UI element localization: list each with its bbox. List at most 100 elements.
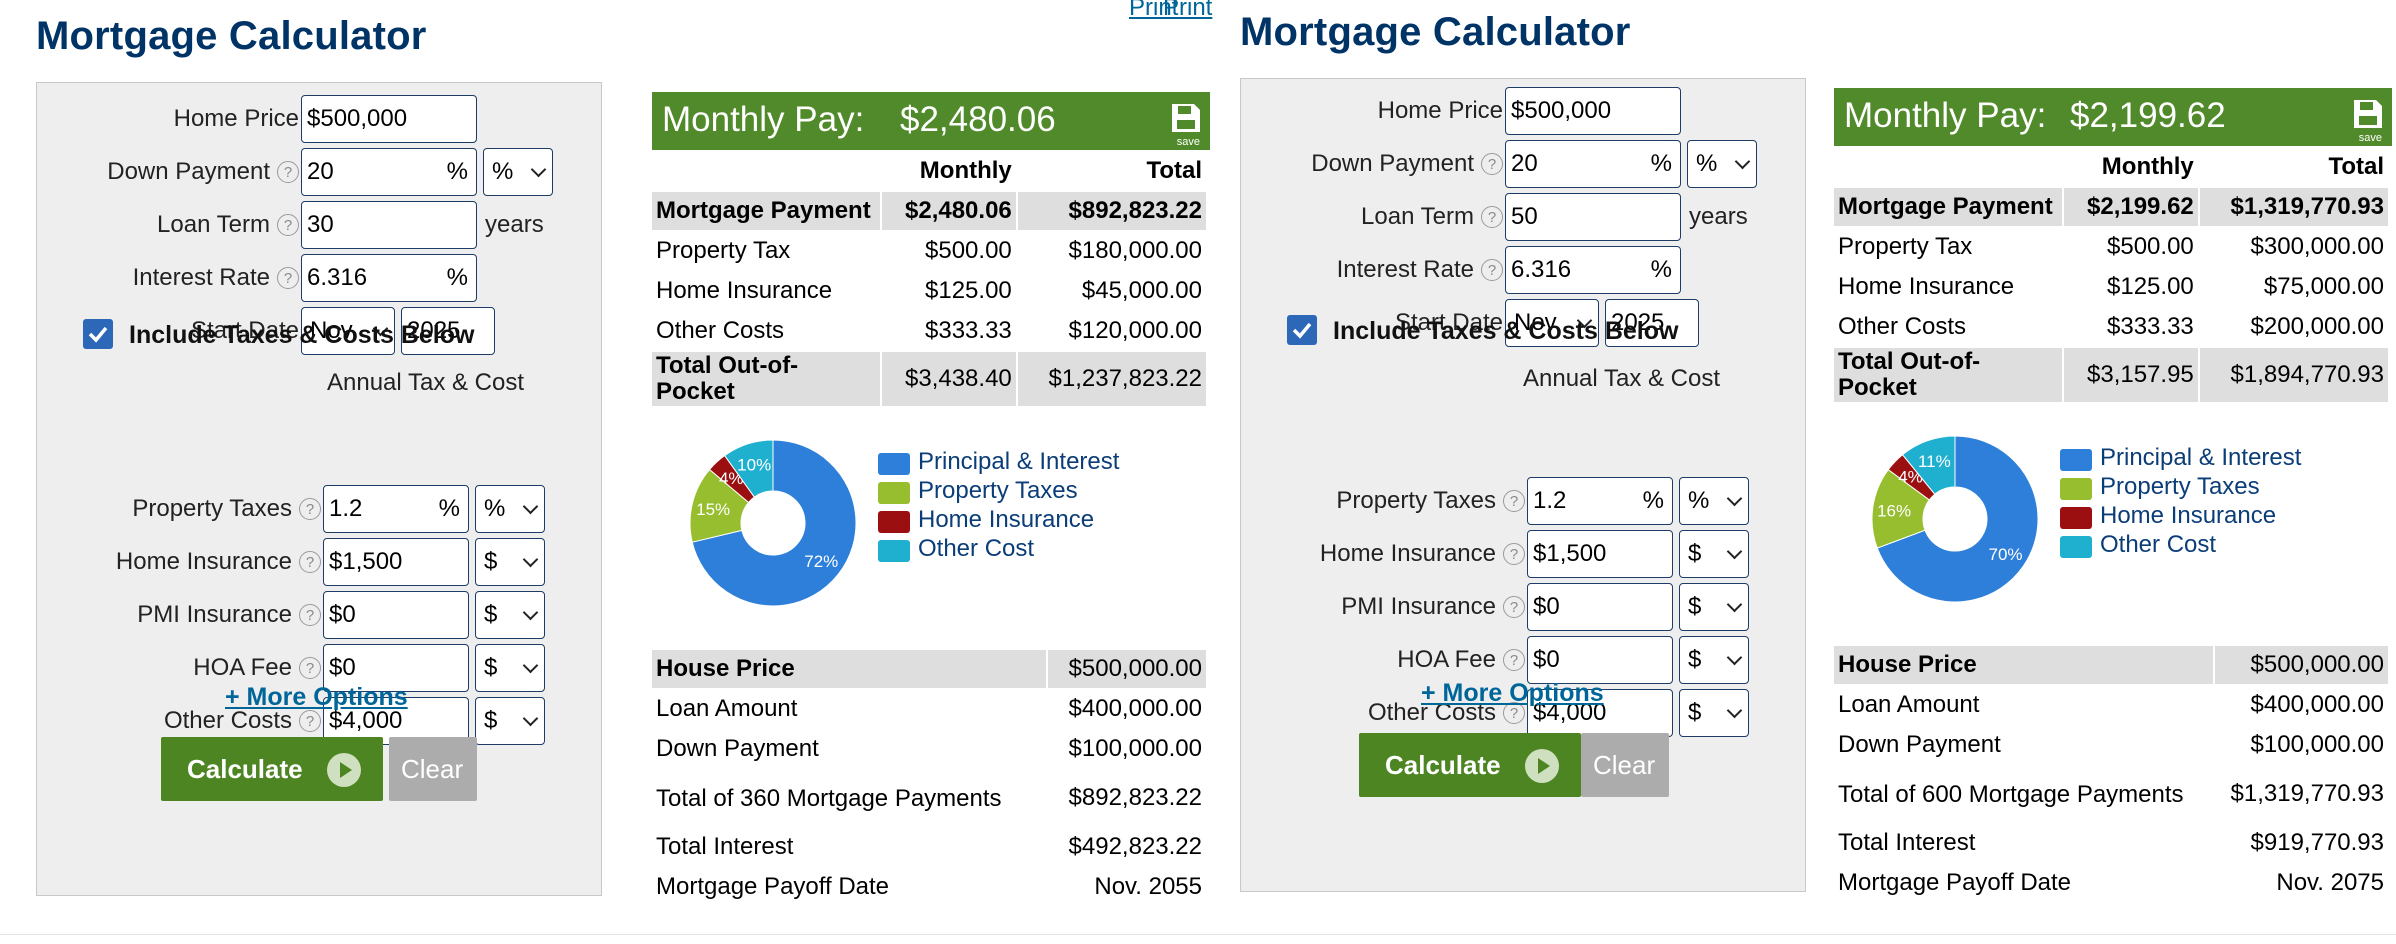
home-insurance-unit-select[interactable]: $ — [475, 538, 545, 586]
hoa-fee-input[interactable]: $0 — [1527, 636, 1673, 684]
property-taxes-unit-select[interactable]: % — [475, 485, 545, 533]
legend-label: Principal & Interest — [2100, 444, 2302, 471]
summary-label: Total Interest — [656, 833, 794, 860]
calculator-panel-1: Print Mortgage Calculator Home Price $500,0… — [0, 0, 1212, 944]
row-label: Property Tax — [656, 237, 791, 264]
legend-item: Property Taxes — [2060, 473, 2301, 502]
help-icon[interactable]: ? — [277, 267, 299, 289]
summary-row: House Price $500,000.00 — [1834, 646, 2388, 684]
row-monthly-value: $333.33 — [925, 317, 1012, 344]
home-insurance-unit-selected: $ — [1688, 540, 1702, 567]
calculate-button[interactable]: Calculate — [1359, 733, 1581, 797]
help-icon[interactable]: ? — [277, 214, 299, 236]
summary-value: Nov. 2075 — [2276, 869, 2384, 896]
hoa-fee-unit-select[interactable]: $ — [1679, 636, 1749, 684]
pmi-insurance-input[interactable]: $0 — [323, 591, 469, 639]
hoa-fee-value: $0 — [329, 654, 356, 681]
loan-summary-table: House Price $500,000.00 Loan Amount $400,00… — [650, 648, 1208, 908]
chevron-down-icon — [522, 551, 539, 568]
legend-label: Other Cost — [918, 535, 1035, 562]
loan-term-input[interactable]: 30 — [301, 201, 477, 249]
home-insurance-input[interactable]: $1,500 — [323, 538, 469, 586]
interest-rate-label: Interest Rate? — [1337, 256, 1503, 284]
interest-rate-label: Interest Rate? — [133, 264, 299, 292]
hoa-fee-value: $0 — [1533, 646, 1560, 673]
checkmark-icon — [1292, 322, 1312, 339]
property-taxes-value: 1.2 — [1533, 487, 1567, 514]
down-payment-input[interactable]: 20% — [301, 148, 477, 196]
summary-row: Loan Amount $400,000.00 — [1834, 686, 2388, 724]
print-link[interactable]: Print — [1129, 0, 1178, 22]
summary-label: House Price — [652, 650, 1047, 688]
clear-button[interactable]: Clear — [1581, 733, 1669, 797]
down-payment-value: 20 — [1511, 150, 1538, 177]
calculate-button[interactable]: Calculate — [161, 737, 383, 801]
help-icon[interactable]: ? — [299, 657, 321, 679]
save-icon[interactable]: save — [2350, 98, 2386, 144]
loan-term-unit: years — [485, 211, 544, 238]
clear-button[interactable]: Clear — [389, 737, 477, 801]
summary-label: Loan Amount — [656, 695, 798, 722]
other-costs-unit-select[interactable]: $ — [475, 697, 545, 745]
down-payment-input[interactable]: 20% — [1505, 140, 1681, 188]
help-icon[interactable]: ? — [299, 604, 321, 626]
more-options-link[interactable]: + More Options — [1421, 679, 1604, 708]
pmi-insurance-label-text: PMI Insurance — [1341, 593, 1496, 620]
home-price-input[interactable]: $500,000 — [1505, 87, 1681, 135]
donut-slice-label-1: 15% — [696, 500, 730, 519]
loan-term-input[interactable]: 50 — [1505, 193, 1681, 241]
home-price-value: $500,000 — [1511, 97, 1612, 124]
page-title: Mortgage Calculator — [1240, 10, 1631, 54]
property-taxes-input[interactable]: 1.2% — [323, 485, 469, 533]
header-blank — [652, 152, 880, 190]
help-icon[interactable]: ? — [1503, 543, 1525, 565]
summary-value: $100,000.00 — [1068, 735, 1202, 762]
cost-breakdown-donut-chart: 70%16%4%11% — [1871, 435, 2039, 603]
help-icon[interactable]: ? — [299, 710, 321, 732]
help-icon[interactable]: ? — [1503, 490, 1525, 512]
row-label: Home Insurance — [1838, 273, 2015, 300]
property-taxes-label: Property Taxes? — [132, 495, 321, 523]
help-icon[interactable]: ? — [299, 498, 321, 520]
legend-item: Other Cost — [878, 535, 1119, 564]
pmi-insurance-unit-select[interactable]: $ — [475, 591, 545, 639]
home-price-input[interactable]: $500,000 — [301, 95, 477, 143]
more-options-link[interactable]: + More Options — [225, 683, 408, 712]
help-icon[interactable]: ? — [1503, 649, 1525, 671]
table-row: Home Insurance $125.00 $75,000.00 — [1834, 268, 2388, 306]
summary-row: Down Payment $100,000.00 — [1834, 726, 2388, 764]
page-title: Mortgage Calculator — [36, 14, 427, 58]
down-payment-unit-select[interactable]: % — [1687, 140, 1757, 188]
home-insurance-unit-select[interactable]: $ — [1679, 530, 1749, 578]
summary-value: Nov. 2055 — [1094, 873, 1202, 900]
pmi-insurance-input[interactable]: $0 — [1527, 583, 1673, 631]
pmi-insurance-unit-select[interactable]: $ — [1679, 583, 1749, 631]
interest-rate-input[interactable]: 6.316% — [1505, 246, 1681, 294]
other-costs-unit-select[interactable]: $ — [1679, 689, 1749, 737]
table-row: Total Out-of-Pocket $3,157.95 $1,894,770.9… — [1834, 348, 2388, 402]
help-icon[interactable]: ? — [277, 161, 299, 183]
summary-label: Loan Amount — [1838, 691, 1980, 718]
interest-rate-input[interactable]: 6.316% — [301, 254, 477, 302]
help-icon[interactable]: ? — [1481, 259, 1503, 281]
property-taxes-input[interactable]: 1.2% — [1527, 477, 1673, 525]
hoa-fee-unit-selected: $ — [1688, 646, 1702, 673]
help-icon[interactable]: ? — [299, 551, 321, 573]
down-payment-unit-select[interactable]: % — [483, 148, 553, 196]
help-icon[interactable]: ? — [1481, 206, 1503, 228]
property-taxes-unit-selected: % — [1688, 487, 1710, 514]
monthly-pay-bar: Monthly Pay: $2,480.06 save — [652, 92, 1210, 150]
help-icon[interactable]: ? — [1503, 596, 1525, 618]
home-insurance-input[interactable]: $1,500 — [1527, 530, 1673, 578]
summary-value: $919,770.93 — [2250, 829, 2384, 856]
property-taxes-value: 1.2 — [329, 495, 363, 522]
property-taxes-unit-select[interactable]: % — [1679, 477, 1749, 525]
help-icon[interactable]: ? — [1481, 153, 1503, 175]
legend-swatch — [2060, 478, 2092, 500]
chevron-down-icon — [522, 604, 539, 621]
include-taxes-checkbox[interactable] — [83, 319, 113, 349]
calculate-label: Calculate — [1385, 750, 1501, 780]
property-taxes-suffix: % — [1642, 487, 1664, 514]
include-taxes-checkbox[interactable] — [1287, 315, 1317, 345]
hoa-fee-unit-select[interactable]: $ — [475, 644, 545, 692]
